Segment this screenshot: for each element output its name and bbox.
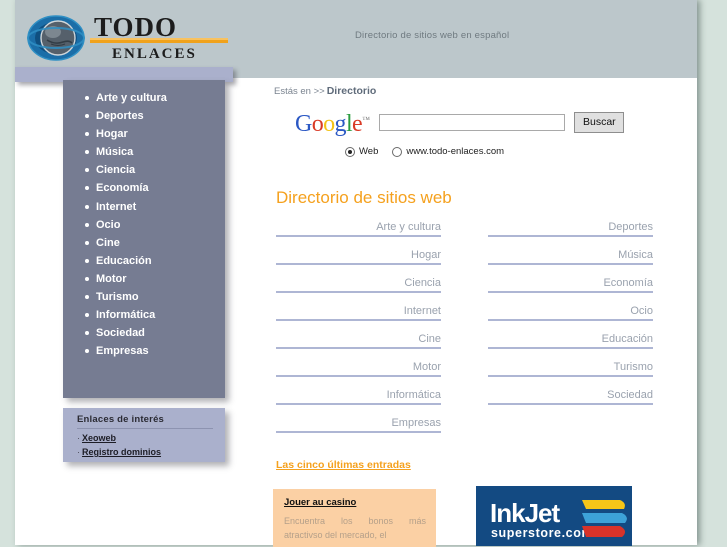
sidebar-nav: Arte y cultura Deportes Hogar Música Cie… bbox=[63, 80, 225, 398]
sidebar-item-economia[interactable]: Economía bbox=[85, 179, 225, 197]
directory-row: Arte y cultura Deportes bbox=[276, 221, 653, 249]
radio-site[interactable] bbox=[392, 146, 403, 157]
google-letter-g2: g bbox=[334, 111, 347, 137]
enlaces-title: Enlaces de interés bbox=[77, 414, 213, 429]
sidebar-item-deportes[interactable]: Deportes bbox=[85, 107, 225, 125]
page-title: Directorio de sitios web bbox=[276, 188, 452, 207]
trademark-mark: ™ bbox=[362, 115, 370, 124]
directory-link-empresas[interactable]: Empresas bbox=[276, 417, 441, 433]
sidebar-item-label: Arte y cultura bbox=[96, 92, 167, 104]
svg-text:ENLACES: ENLACES bbox=[112, 46, 197, 62]
google-letter-o1: o bbox=[311, 111, 324, 137]
ad-banner-inkjet[interactable]: InkJet superstore.com bbox=[476, 486, 632, 546]
sidebar-item-label: Motor bbox=[96, 272, 127, 285]
sidebar-item-label: Empresas bbox=[96, 345, 149, 358]
google-logo[interactable]: Google™ bbox=[295, 108, 370, 137]
sidebar-item-empresas[interactable]: Empresas bbox=[85, 342, 225, 360]
directory-link-economia[interactable]: Economía bbox=[488, 277, 653, 293]
radio-web[interactable] bbox=[345, 146, 355, 157]
promo-casino-box: Jouer au casino Encuentra los bonos más … bbox=[273, 489, 436, 547]
directory-link-musica[interactable]: Música bbox=[488, 249, 653, 265]
breadcrumb-current: Directorio bbox=[326, 85, 377, 97]
directory-link-turismo[interactable]: Turismo bbox=[488, 361, 653, 377]
sidebar-item-arte-y-cultura[interactable]: Arte y cultura bbox=[85, 89, 225, 107]
sidebar-item-informatica[interactable]: Informática bbox=[85, 306, 225, 324]
directory-link-cine[interactable]: Cine bbox=[276, 333, 441, 349]
directory-link-hogar[interactable]: Hogar bbox=[276, 249, 441, 265]
search-input[interactable] bbox=[379, 113, 566, 131]
enlace-link-registro-dominios[interactable]: Registro dominios bbox=[82, 447, 161, 457]
directory-link-motor[interactable]: Motor bbox=[276, 361, 441, 377]
radio-label-web[interactable]: Web bbox=[359, 146, 378, 157]
sidebar-item-label: Ciencia bbox=[96, 164, 136, 177]
promo-casino-title[interactable]: Jouer au casino bbox=[284, 497, 356, 508]
sidebar-item-label: Cine bbox=[96, 236, 120, 249]
enlace-link-xeoweb[interactable]: Xeoweb bbox=[82, 433, 116, 443]
inkjet-wordmark: InkJet bbox=[490, 498, 560, 528]
google-letter-o2: o bbox=[323, 111, 335, 137]
enlaces-row: · Xeoweb bbox=[77, 433, 225, 443]
breadcrumb-prefix: Estás en >> bbox=[274, 86, 325, 97]
sidebar-item-motor[interactable]: Motor bbox=[85, 270, 225, 288]
sidebar-item-ciencia[interactable]: Ciencia bbox=[85, 161, 225, 179]
search-scope-radios: Web www.todo-enlaces.com bbox=[345, 146, 518, 157]
sidebar-item-label: Informática bbox=[96, 309, 156, 322]
directory-row: Empresas bbox=[276, 417, 653, 445]
sidebar-item-label: Deportes bbox=[96, 110, 144, 123]
site-logo[interactable]: TODO ENLACES bbox=[20, 8, 235, 66]
directory-row: Ciencia Economía bbox=[276, 277, 653, 305]
sidebar-item-internet[interactable]: Internet bbox=[85, 198, 225, 216]
directory-link-internet[interactable]: Internet bbox=[276, 305, 441, 321]
directory-row: Cine Educación bbox=[276, 333, 653, 361]
page-shell: TODO ENLACES Directorio de sitios web en… bbox=[15, 0, 697, 547]
promo-casino-text: Encuentra los bonos más atractivso del m… bbox=[284, 516, 426, 540]
enlaces-de-interes-box: Enlaces de interés · Xeoweb · Registro dom… bbox=[63, 408, 225, 462]
directory-row: Informática Sociedad bbox=[276, 389, 653, 417]
sidebar-item-label: Sociedad bbox=[96, 327, 145, 340]
directory-grid: Arte y cultura Deportes Hogar Música Cie… bbox=[276, 221, 653, 445]
site-tagline: Directorio de sitios web en español bbox=[355, 30, 510, 41]
sidebar-item-musica[interactable]: Música bbox=[85, 143, 225, 161]
breadcrumb: Estás en >> Directorio bbox=[274, 85, 376, 97]
directory-link-informatica[interactable]: Informática bbox=[276, 389, 441, 405]
directory-row: Internet Ocio bbox=[276, 305, 653, 333]
sidebar-item-label: Música bbox=[96, 146, 134, 159]
directory-row: Hogar Música bbox=[276, 249, 653, 277]
sidebar-category-list: Arte y cultura Deportes Hogar Música Cie… bbox=[63, 80, 225, 360]
search-button[interactable]: Buscar bbox=[574, 111, 625, 133]
bullet-dash: · bbox=[77, 433, 80, 443]
sidebar-item-educacion[interactable]: Educación bbox=[85, 252, 225, 270]
radio-label-site[interactable]: www.todo-enlaces.com bbox=[406, 146, 504, 157]
sidebar-item-label: Turismo bbox=[96, 291, 139, 304]
globe-icon bbox=[27, 15, 85, 61]
sidebar-item-sociedad[interactable]: Sociedad bbox=[85, 324, 225, 342]
sidebar-item-ocio[interactable]: Ocio bbox=[85, 216, 225, 234]
sidebar-item-label: Ocio bbox=[96, 218, 121, 231]
latest-entries-link[interactable]: Las cinco últimas entradas bbox=[276, 459, 411, 471]
directory-row: Motor Turismo bbox=[276, 361, 653, 389]
sidebar-item-turismo[interactable]: Turismo bbox=[85, 288, 225, 306]
enlaces-row: · Registro dominios bbox=[77, 447, 225, 457]
directory-link-educacion[interactable]: Educación bbox=[488, 333, 653, 349]
directory-cell-empty bbox=[488, 417, 653, 433]
directory-link-ocio[interactable]: Ocio bbox=[488, 305, 653, 321]
sidebar-item-hogar[interactable]: Hogar bbox=[85, 125, 225, 143]
directory-link-sociedad[interactable]: Sociedad bbox=[488, 389, 653, 405]
bullet-dash: · bbox=[77, 447, 80, 457]
google-search-form: Google™ Buscar bbox=[295, 108, 625, 137]
directory-link-arte-y-cultura[interactable]: Arte y cultura bbox=[276, 221, 441, 237]
directory-link-ciencia[interactable]: Ciencia bbox=[276, 277, 441, 293]
directory-link-deportes[interactable]: Deportes bbox=[488, 221, 653, 237]
swoosh-icon bbox=[582, 500, 627, 537]
sidebar-item-cine[interactable]: Cine bbox=[85, 234, 225, 252]
sidebar-item-label: Hogar bbox=[96, 128, 128, 141]
inkjet-subtitle: superstore.com bbox=[491, 526, 594, 540]
todo-enlaces-wordmark: TODO ENLACES bbox=[90, 12, 228, 62]
google-letter-e: e bbox=[352, 111, 363, 137]
sidebar-item-label: Economía bbox=[96, 182, 149, 195]
sidebar-item-label: Internet bbox=[96, 200, 137, 213]
google-letter-g1: G bbox=[295, 111, 312, 137]
sidebar-item-label: Educación bbox=[96, 254, 152, 267]
svg-text:TODO: TODO bbox=[94, 12, 177, 42]
